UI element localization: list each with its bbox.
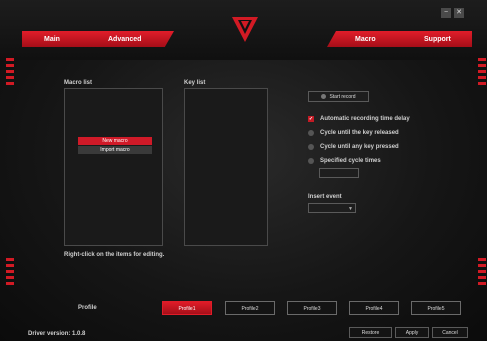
record-icon [321,94,327,100]
option-cycle-press-label: Cycle until any key pressed [320,144,399,150]
option-auto-delay-label: Automatic recording time delay [320,116,410,122]
profile-button-2[interactable]: Profile2 [225,301,275,315]
radio-cycle-press[interactable] [308,144,314,150]
option-auto-delay[interactable]: ✓ Automatic recording time delay [308,116,410,122]
tab-main-label: Main [44,35,60,43]
driver-version: Driver version: 1.0.8 [28,331,86,337]
tab-support-label: Support [424,35,451,43]
right-stripe-bottom [478,258,486,288]
restore-button[interactable]: Restore [349,327,392,338]
profile-button-3[interactable]: Profile3 [287,301,337,315]
v-logo-icon [232,17,258,42]
insert-event-select[interactable]: ▼ [308,203,356,213]
app-window: Main Advanced Macro Support − ✕ Macro li… [0,0,487,341]
profile-label: Profile [78,305,97,311]
context-new-macro[interactable]: New macro [78,137,152,145]
macro-list-panel[interactable] [64,88,163,246]
close-button[interactable]: ✕ [454,8,464,18]
macro-list-label: Macro list [64,80,93,86]
start-record-label: Start record [329,94,356,100]
tab-advanced[interactable]: Advanced [82,31,174,47]
option-cycle-press[interactable]: Cycle until any key pressed [308,144,399,150]
left-stripe-bottom [6,258,14,288]
option-cycle-release[interactable]: Cycle until the key released [308,130,399,136]
left-stripe-top [6,58,14,88]
profile-button-1[interactable]: Profile1 [162,301,212,315]
right-stripe-top [478,58,486,88]
apply-button[interactable]: Apply [395,327,429,338]
radio-cycle-release[interactable] [308,130,314,136]
chevron-down-icon: ▼ [348,206,353,212]
profile-button-5[interactable]: Profile5 [411,301,461,315]
context-import-macro[interactable]: Import macro [78,146,152,154]
edit-hint: Right-click on the items for editing. [64,252,165,258]
tab-macro-label: Macro [355,35,376,43]
key-list-panel[interactable] [184,88,268,246]
profile-button-4[interactable]: Profile4 [349,301,399,315]
checkbox-auto-delay[interactable]: ✓ [308,116,314,122]
cycle-times-input[interactable] [319,168,359,178]
cancel-button[interactable]: Cancel [432,327,468,338]
start-record-button[interactable]: Start record [308,91,369,102]
option-cycle-times-label: Specified cycle times [320,158,381,164]
tab-advanced-label: Advanced [108,35,142,43]
key-list-label: Key list [184,80,206,86]
insert-event-label: Insert event [308,194,342,200]
option-cycle-times[interactable]: Specified cycle times [308,158,381,164]
option-cycle-release-label: Cycle until the key released [320,130,399,136]
radio-cycle-times[interactable] [308,158,314,164]
tab-support[interactable]: Support [398,31,472,47]
minimize-button[interactable]: − [441,8,451,18]
